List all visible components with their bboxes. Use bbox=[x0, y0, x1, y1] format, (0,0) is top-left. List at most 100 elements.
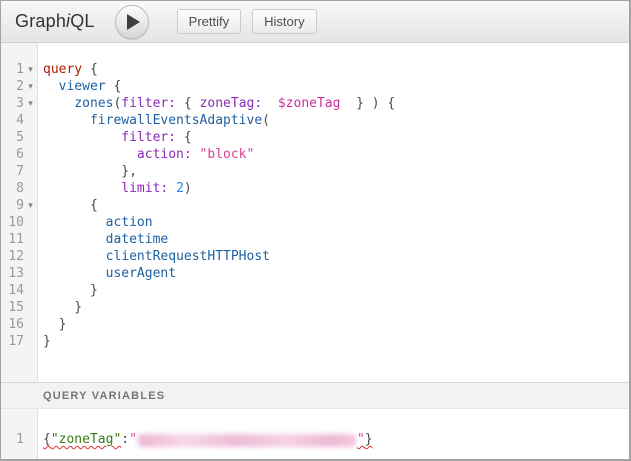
code-token: userAgent bbox=[106, 266, 176, 281]
gutter-row: 12 bbox=[1, 248, 37, 265]
code-token: { bbox=[43, 432, 51, 447]
code-token: { bbox=[176, 130, 192, 145]
code-token: $zoneTag bbox=[278, 96, 341, 111]
variables-code[interactable]: {"zoneTag":""} bbox=[38, 409, 629, 459]
code-token bbox=[192, 147, 200, 162]
fold-arrow-icon[interactable]: ▾ bbox=[24, 197, 37, 214]
code-token: { bbox=[82, 62, 98, 77]
code-line[interactable]: { bbox=[43, 197, 629, 214]
line-number: 17 bbox=[1, 333, 24, 350]
line-number: 9 bbox=[1, 197, 24, 214]
code-line[interactable]: } bbox=[43, 299, 629, 316]
code-token: zoneTag: bbox=[200, 96, 263, 111]
gutter-row: 17 bbox=[1, 333, 37, 350]
code-token bbox=[262, 96, 278, 111]
line-number: 10 bbox=[1, 214, 24, 231]
gutter-row: 14 bbox=[1, 282, 37, 299]
variables-editor: 1 {"zoneTag":""} bbox=[1, 409, 629, 459]
query-variables-title: QUERY VARIABLES bbox=[43, 390, 165, 402]
code-token: } ) { bbox=[340, 96, 395, 111]
code-token bbox=[168, 181, 176, 196]
logo-text-post: QL bbox=[70, 11, 94, 31]
code-token: "zoneTag" bbox=[51, 432, 121, 447]
gutter-row: 15 bbox=[1, 299, 37, 316]
code-token: zones bbox=[74, 96, 113, 111]
code-line[interactable]: filter: { bbox=[43, 129, 629, 146]
gutter-row: 13 bbox=[1, 265, 37, 282]
code-token: filter: bbox=[121, 96, 176, 111]
code-line[interactable]: } bbox=[43, 333, 629, 350]
history-button[interactable]: History bbox=[252, 9, 316, 34]
line-number: 8 bbox=[1, 180, 24, 197]
code-line[interactable]: {"zoneTag":""} bbox=[43, 431, 629, 448]
code-token: } bbox=[43, 300, 82, 315]
gutter-row: 6 bbox=[1, 146, 37, 163]
code-line[interactable]: clientRequestHTTPHost bbox=[43, 248, 629, 265]
code-token bbox=[43, 215, 106, 230]
code-token: { bbox=[176, 96, 199, 111]
code-token: action bbox=[106, 215, 153, 230]
code-line[interactable]: datetime bbox=[43, 231, 629, 248]
gutter-row: 8 bbox=[1, 180, 37, 197]
code-line[interactable]: }, bbox=[43, 163, 629, 180]
gutter-row: 16 bbox=[1, 316, 37, 333]
code-token: { bbox=[43, 198, 98, 213]
gutter-row: 5 bbox=[1, 129, 37, 146]
gutter-row: 4 bbox=[1, 112, 37, 129]
code-line[interactable]: query { bbox=[43, 61, 629, 78]
code-line[interactable]: viewer { bbox=[43, 78, 629, 95]
query-variables-header: QUERY VARIABLES bbox=[1, 382, 629, 409]
code-token: } bbox=[365, 432, 373, 447]
redacted-value bbox=[138, 434, 356, 447]
fold-arrow-icon[interactable]: ▾ bbox=[24, 78, 37, 95]
code-token: } bbox=[43, 317, 66, 332]
prettify-button[interactable]: Prettify bbox=[177, 9, 241, 34]
code-line[interactable]: zones(filter: { zoneTag: $zoneTag } ) { bbox=[43, 95, 629, 112]
code-line[interactable]: action: "block" bbox=[43, 146, 629, 163]
code-line[interactable]: limit: 2) bbox=[43, 180, 629, 197]
gutter-row: 9▾ bbox=[1, 197, 37, 214]
code-token: } bbox=[43, 334, 51, 349]
code-line[interactable]: action bbox=[43, 214, 629, 231]
code-token: "block" bbox=[200, 147, 255, 162]
gutter-row: 1 bbox=[1, 431, 37, 448]
line-number: 1 bbox=[1, 431, 24, 448]
code-token: }, bbox=[43, 164, 137, 179]
code-token: ( bbox=[262, 113, 270, 128]
execute-query-button[interactable] bbox=[115, 5, 149, 39]
query-gutter: 1▾2▾3▾456789▾1011121314151617 bbox=[1, 43, 38, 382]
line-number: 4 bbox=[1, 112, 24, 129]
gutter-row: 2▾ bbox=[1, 78, 37, 95]
code-line[interactable]: } bbox=[43, 316, 629, 333]
line-number: 2 bbox=[1, 78, 24, 95]
line-number: 5 bbox=[1, 129, 24, 146]
line-number: 3 bbox=[1, 95, 24, 112]
gutter-row: 10 bbox=[1, 214, 37, 231]
code-line[interactable]: } bbox=[43, 282, 629, 299]
app-logo: GraphiQL bbox=[15, 11, 95, 32]
query-code[interactable]: query { viewer { zones(filter: { zoneTag… bbox=[38, 43, 629, 382]
line-number: 7 bbox=[1, 163, 24, 180]
query-editor: 1▾2▾3▾456789▾1011121314151617 query { vi… bbox=[1, 43, 629, 382]
line-number: 15 bbox=[1, 299, 24, 316]
line-number: 13 bbox=[1, 265, 24, 282]
code-token: 2 bbox=[176, 181, 184, 196]
toolbar: GraphiQL Prettify History bbox=[1, 1, 629, 43]
fold-arrow-icon[interactable]: ▾ bbox=[24, 95, 37, 112]
code-token: " bbox=[357, 432, 365, 447]
play-icon bbox=[127, 14, 140, 30]
line-number: 6 bbox=[1, 146, 24, 163]
code-token bbox=[43, 181, 121, 196]
code-token: datetime bbox=[106, 232, 169, 247]
code-token bbox=[43, 79, 59, 94]
line-number: 16 bbox=[1, 316, 24, 333]
graphiql-container: GraphiQL Prettify History 1▾2▾3▾456789▾1… bbox=[0, 0, 631, 461]
gutter-row: 11 bbox=[1, 231, 37, 248]
line-number: 1 bbox=[1, 61, 24, 78]
fold-arrow-icon[interactable]: ▾ bbox=[24, 61, 37, 78]
code-token bbox=[43, 147, 137, 162]
code-token: limit: bbox=[121, 181, 168, 196]
gutter-row: 1▾ bbox=[1, 61, 37, 78]
code-line[interactable]: firewallEventsAdaptive( bbox=[43, 112, 629, 129]
code-line[interactable]: userAgent bbox=[43, 265, 629, 282]
